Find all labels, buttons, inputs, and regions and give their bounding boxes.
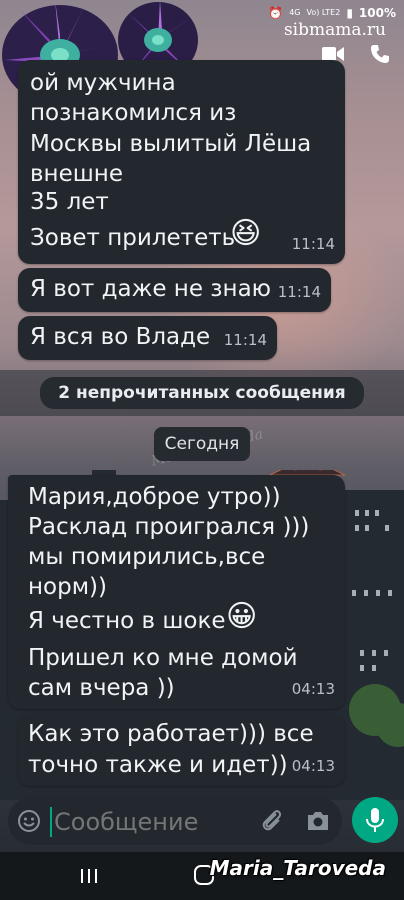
microphone-icon — [366, 807, 384, 837]
text-caret — [50, 807, 52, 837]
message-time: 11:14 — [223, 331, 267, 349]
recent-apps-icon[interactable] — [80, 868, 98, 888]
message-line: Пришел ко мне домой — [28, 645, 298, 671]
data-indicator: 4G — [289, 8, 301, 17]
message-time: 04:13 — [291, 680, 335, 698]
message-bubble[interactable]: ой мужчина познакомился из Москвы вылиты… — [18, 60, 345, 264]
message-text: Я вся во Владе — [30, 324, 211, 350]
date-chip: Сегодня — [154, 427, 250, 461]
message-time: 11:14 — [291, 235, 335, 253]
unread-messages-banner: 2 непрочитанных сообщения — [40, 377, 364, 409]
signal-icon: ▮ — [346, 6, 353, 20]
message-line: Мария,доброе утро)) — [28, 484, 281, 510]
alarm-icon: ⏰ — [268, 6, 284, 20]
voice-call-icon[interactable] — [370, 44, 390, 68]
attach-icon[interactable] — [260, 808, 284, 838]
message-line: мы помирились,все — [28, 544, 266, 570]
message-bubble[interactable]: Как это работает))) все точно также и ид… — [18, 714, 345, 786]
message-input[interactable] — [52, 803, 256, 841]
message-line: ой мужчина — [30, 70, 176, 96]
message-line: Как это работает))) все — [28, 721, 314, 747]
message-text: Я вот даже не знаю — [30, 276, 272, 302]
message-line: внешне — [30, 161, 123, 187]
grinning-emoji-icon: 😀 — [226, 599, 258, 634]
message-line: Зовет прилететь — [30, 225, 236, 251]
network-indicator: Vo) LTE2 — [306, 8, 341, 17]
message-bubble[interactable]: Я вот даже не знаю 11:14 — [18, 268, 331, 312]
author-signature: Maria_Taroveda — [209, 856, 386, 880]
emoji-icon[interactable] — [17, 809, 41, 837]
battery-level: 100% — [358, 6, 396, 20]
message-line: норм)) — [28, 574, 108, 600]
site-watermark: sibmama.ru — [283, 20, 386, 40]
mic-button[interactable] — [352, 797, 398, 843]
message-line: сам вчера )) — [28, 675, 175, 701]
message-composer — [8, 797, 342, 845]
message-line: Расклад проигрался ))) — [28, 514, 310, 540]
message-time: 11:14 — [277, 283, 321, 301]
message-line: точно также и идет)) — [28, 752, 288, 778]
message-line: познакомился из — [30, 100, 237, 126]
laughing-emoji-icon: 😆 — [230, 216, 262, 251]
message-line: Я честно в шоке — [28, 608, 226, 634]
message-bubble[interactable]: Я вся во Владе 11:14 — [18, 316, 277, 360]
message-line: Москвы вылитый Лёша — [30, 131, 312, 157]
message-time: 04:13 — [291, 757, 335, 775]
message-line: 35 лет — [30, 189, 109, 215]
camera-icon[interactable] — [306, 810, 330, 836]
message-bubble[interactable]: Мария,доброе утро)) Расклад проигрался )… — [8, 475, 345, 709]
status-bar: ⏰ 4G Vo) LTE2 ▮ 100% — [268, 5, 396, 21]
